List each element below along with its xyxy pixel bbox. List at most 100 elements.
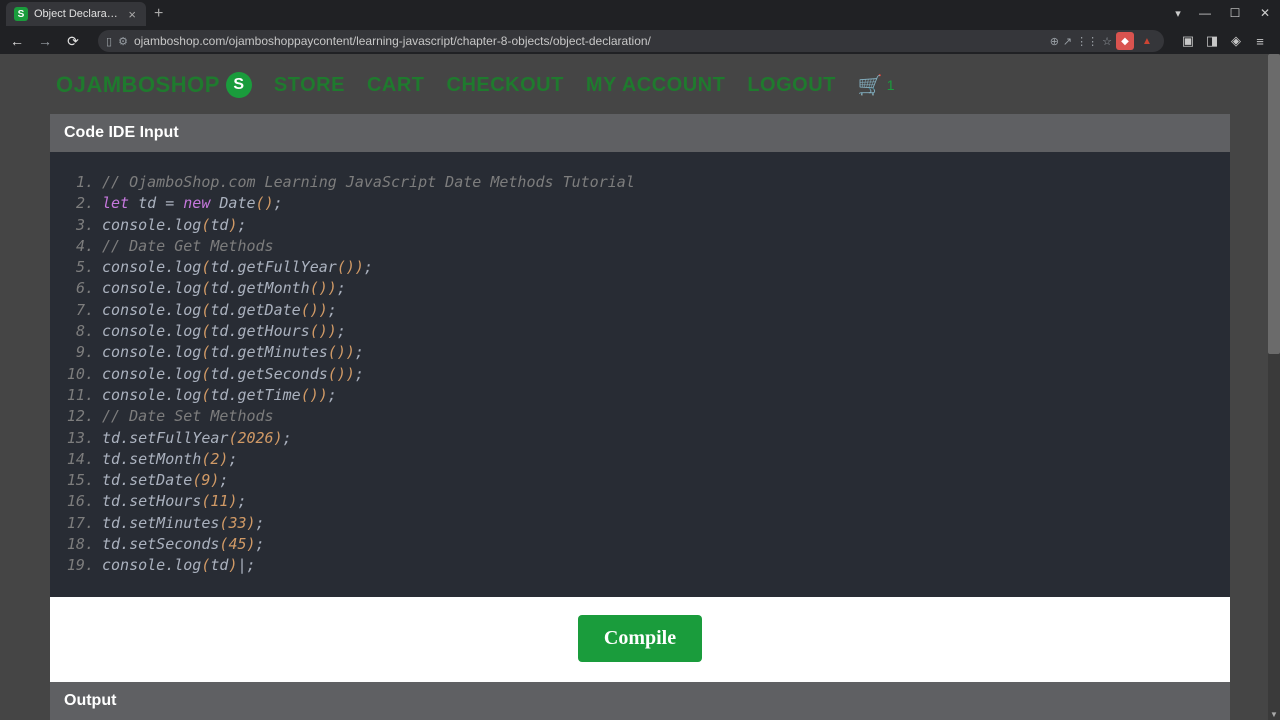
line-number: 2 (66, 193, 94, 214)
cart-count: 1 (887, 77, 895, 93)
cart-icon: 🛒 (858, 73, 883, 98)
site-settings-icon[interactable]: ⚙ (118, 35, 128, 48)
code-content: console.log(td.getMinutes()); (94, 342, 364, 363)
new-tab-button[interactable]: + (146, 5, 171, 23)
line-number: 8 (66, 321, 94, 342)
bookmark-icon[interactable]: ▯ (106, 35, 112, 48)
line-number: 15 (66, 470, 94, 491)
code-line: 11console.log(td.getTime()); (66, 385, 1214, 406)
compile-row: Compile (50, 597, 1230, 680)
code-line: 14td.setMonth(2); (66, 449, 1214, 470)
url-box[interactable]: ▯ ⚙ ojamboshop.com/ojamboshoppaycontent/… (98, 30, 1164, 52)
share-icon[interactable]: ↗ (1063, 35, 1072, 48)
line-number: 10 (66, 364, 94, 385)
code-content: let td = new Date(); (94, 193, 283, 214)
code-line: 6console.log(td.getMonth()); (66, 278, 1214, 299)
sidepanel-button[interactable]: ◨ (1202, 31, 1222, 51)
line-number: 4 (66, 236, 94, 257)
output-header: Output (50, 682, 1230, 720)
browser-chrome: S Object Declaration - Ojamb × + ▾ — ☐ ✕… (0, 0, 1280, 54)
code-content: console.log(td)|; (94, 555, 256, 576)
code-line: 18td.setSeconds(45); (66, 534, 1214, 555)
code-line: 8console.log(td.getHours()); (66, 321, 1214, 342)
triangle-extension-icon[interactable]: ▲ (1138, 32, 1156, 50)
code-line: 4// Date Get Methods (66, 236, 1214, 257)
code-line: 5console.log(td.getFullYear()); (66, 257, 1214, 278)
menu-button[interactable]: ≡ (1250, 31, 1270, 51)
code-content: console.log(td.getDate()); (94, 300, 337, 321)
code-content: td.setSeconds(45); (94, 534, 265, 555)
tab-title: Object Declaration - Ojamb (34, 8, 120, 20)
scroll-down-icon[interactable]: ▼ (1268, 708, 1280, 720)
close-tab-icon[interactable]: × (126, 7, 138, 22)
chevron-down-icon[interactable]: ▾ (1166, 0, 1190, 26)
compile-button[interactable]: Compile (578, 615, 702, 662)
code-content: // Date Set Methods (94, 406, 274, 427)
line-number: 6 (66, 278, 94, 299)
line-number: 9 (66, 342, 94, 363)
code-content: console.log(td.getMonth()); (94, 278, 346, 299)
code-line: 17td.setMinutes(33); (66, 513, 1214, 534)
code-line: 1// OjamboShop.com Learning JavaScript D… (66, 172, 1214, 193)
code-content: console.log(td); (94, 215, 247, 236)
browser-tab[interactable]: S Object Declaration - Ojamb × (6, 2, 146, 26)
code-content: console.log(td.getTime()); (94, 385, 337, 406)
nav-my-account[interactable]: MY ACCOUNT (586, 74, 725, 97)
minimize-button[interactable]: — (1190, 0, 1220, 26)
nav-store[interactable]: STORE (274, 74, 345, 97)
line-number: 5 (66, 257, 94, 278)
nav-checkout[interactable]: CHECKOUT (447, 74, 564, 97)
zoom-icon[interactable]: ⊕ (1050, 35, 1059, 48)
star-icon[interactable]: ☆ (1102, 35, 1112, 48)
code-content: console.log(td.getHours()); (94, 321, 346, 342)
brand-badge-icon: S (226, 72, 252, 98)
line-number: 11 (66, 385, 94, 406)
code-editor[interactable]: 1// OjamboShop.com Learning JavaScript D… (50, 152, 1230, 597)
line-number: 16 (66, 491, 94, 512)
extensions-button[interactable]: ◈ (1226, 31, 1246, 51)
code-content: td.setMinutes(33); (94, 513, 265, 534)
maximize-button[interactable]: ☐ (1220, 0, 1250, 26)
code-line: 13td.setFullYear(2026); (66, 428, 1214, 449)
panel-button[interactable]: ▣ (1178, 31, 1198, 51)
code-content: console.log(td.getFullYear()); (94, 257, 373, 278)
brand-text: OJAMBOSHOP (56, 72, 220, 98)
code-line: 3console.log(td); (66, 215, 1214, 236)
line-number: 12 (66, 406, 94, 427)
close-window-button[interactable]: ✕ (1250, 0, 1280, 26)
reload-button[interactable]: ⟳ (62, 30, 84, 52)
favicon-icon: S (14, 7, 28, 21)
code-content: // OjamboShop.com Learning JavaScript Da… (94, 172, 635, 193)
url-bar-row: ← → ⟳ ▯ ⚙ ojamboshop.com/ojamboshoppayco… (0, 28, 1280, 54)
back-button[interactable]: ← (6, 30, 28, 52)
nav-logout[interactable]: LOGOUT (747, 74, 836, 97)
code-line: 19console.log(td)|; (66, 555, 1214, 576)
line-number: 3 (66, 215, 94, 236)
line-number: 7 (66, 300, 94, 321)
window-controls: ▾ — ☐ ✕ (1166, 0, 1280, 26)
line-number: 1 (66, 172, 94, 193)
tab-bar: S Object Declaration - Ojamb × + ▾ — ☐ ✕ (0, 0, 1280, 28)
site-header: OJAMBOSHOP S STORE CART CHECKOUT MY ACCO… (0, 54, 1280, 114)
line-number: 13 (66, 428, 94, 449)
shield-extension-icon[interactable]: ◆ (1116, 32, 1134, 50)
line-number: 17 (66, 513, 94, 534)
scroll-thumb[interactable] (1268, 54, 1280, 354)
code-line: 15td.setDate(9); (66, 470, 1214, 491)
code-line: 7console.log(td.getDate()); (66, 300, 1214, 321)
rss-icon[interactable]: ⋮⋮ (1076, 35, 1098, 48)
code-line: 12// Date Set Methods (66, 406, 1214, 427)
cart-widget[interactable]: 🛒 1 (858, 73, 895, 98)
code-content: td.setFullYear(2026); (94, 428, 292, 449)
code-input-header: Code IDE Input (50, 114, 1230, 152)
scrollbar[interactable]: ▲ ▼ (1268, 54, 1280, 720)
forward-button[interactable]: → (34, 30, 56, 52)
nav-cart[interactable]: CART (367, 74, 425, 97)
brand-logo[interactable]: OJAMBOSHOP S (56, 72, 252, 98)
code-content: td.setHours(11); (94, 491, 247, 512)
code-content: td.setMonth(2); (94, 449, 237, 470)
code-line: 16td.setHours(11); (66, 491, 1214, 512)
code-content: // Date Get Methods (94, 236, 274, 257)
url-text: ojamboshop.com/ojamboshoppaycontent/lear… (134, 34, 1044, 48)
page-viewport: OJAMBOSHOP S STORE CART CHECKOUT MY ACCO… (0, 54, 1280, 720)
